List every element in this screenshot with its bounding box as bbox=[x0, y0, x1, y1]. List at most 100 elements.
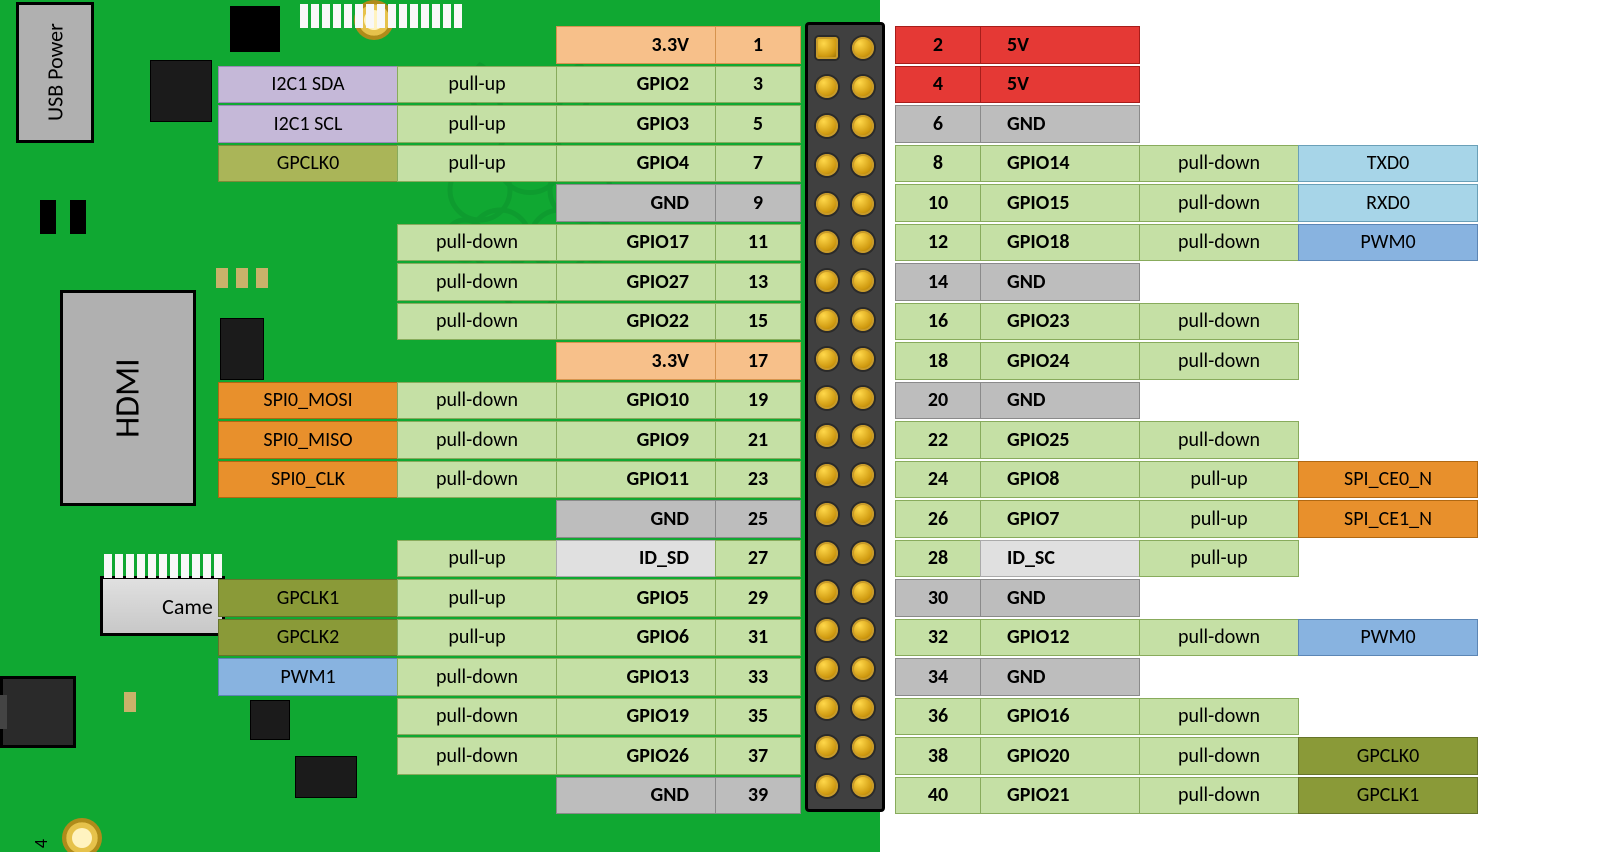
pin-name: GND bbox=[556, 500, 716, 538]
pin-name: GPIO7 bbox=[980, 500, 1140, 538]
pin-name: GPIO22 bbox=[556, 303, 716, 341]
pin-pull: pull-down bbox=[1139, 145, 1299, 183]
pin-row-24: 24GPIO8pull-upSPI_CE0_N bbox=[896, 461, 1478, 499]
mounting-hole-icon bbox=[62, 818, 102, 852]
pin-pull: pull-down bbox=[1139, 619, 1299, 657]
pin-pull: pull-down bbox=[1139, 184, 1299, 222]
pin-pull: pull-up bbox=[1139, 540, 1299, 578]
pin-row-34: 34GND bbox=[896, 658, 1140, 696]
pin-number: 26 bbox=[895, 500, 981, 538]
pin-name: GPIO16 bbox=[980, 698, 1140, 736]
pin-name: GND bbox=[556, 184, 716, 222]
pin-pull: pull-up bbox=[397, 66, 557, 104]
pin-row-38: 38GPIO20pull-downGPCLK0 bbox=[896, 737, 1478, 775]
pin-number: 36 bbox=[895, 698, 981, 736]
pin-row-40: 40GPIO21pull-downGPCLK1 bbox=[896, 777, 1478, 815]
component-icon bbox=[40, 200, 56, 234]
pin-pull: pull-up bbox=[397, 579, 557, 617]
pin-pull: pull-up bbox=[397, 105, 557, 143]
gpio-header bbox=[805, 22, 885, 812]
pinout-right-column: 25V45V6GND8GPIO14pull-downTXD010GPIO15pu… bbox=[896, 26, 1478, 814]
pin-number: 39 bbox=[715, 777, 801, 815]
pin-name: GPIO2 bbox=[556, 66, 716, 104]
pin-pull: pull-up bbox=[397, 619, 557, 657]
pin-number: 12 bbox=[895, 224, 981, 262]
pin-number: 6 bbox=[895, 105, 981, 143]
ic-chip-icon bbox=[150, 60, 212, 122]
pin-alt-function: GPCLK0 bbox=[218, 145, 398, 183]
pin-number: 38 bbox=[895, 737, 981, 775]
pin-name: GPIO24 bbox=[980, 342, 1140, 380]
pin-pull: pull-down bbox=[1139, 421, 1299, 459]
component-icon bbox=[70, 200, 86, 234]
pin-number: 22 bbox=[895, 421, 981, 459]
pin-number: 3 bbox=[715, 66, 801, 104]
pin-row-9: 9GND bbox=[556, 184, 800, 222]
pin-alt-function: GPCLK2 bbox=[218, 619, 398, 657]
pin-alt-function: I2C1 SCL bbox=[218, 105, 398, 143]
pin-name: 3.3V bbox=[556, 342, 716, 380]
audio-jack bbox=[0, 676, 76, 748]
pin-row-27: 27ID_SDpull-up bbox=[397, 540, 800, 578]
pin-number: 33 bbox=[715, 658, 801, 696]
pin-name: GPIO5 bbox=[556, 579, 716, 617]
pin-row-17: 173.3V bbox=[556, 342, 800, 380]
pin-row-12: 12GPIO18pull-downPWM0 bbox=[896, 224, 1478, 262]
pin-name: 5V bbox=[980, 66, 1140, 104]
pin-pull: pull-down bbox=[397, 224, 557, 262]
pin-name: GPIO18 bbox=[980, 224, 1140, 262]
pin-number: 5 bbox=[715, 105, 801, 143]
pin-row-1: 13.3V bbox=[556, 26, 800, 64]
pin-name: GPIO21 bbox=[980, 777, 1140, 815]
pin-number: 10 bbox=[895, 184, 981, 222]
pin-alt-function: PWM0 bbox=[1298, 224, 1478, 262]
pin-number: 13 bbox=[715, 263, 801, 301]
pin-row-26: 26GPIO7pull-upSPI_CE1_N bbox=[896, 500, 1478, 538]
pin-name: GPIO3 bbox=[556, 105, 716, 143]
pin-row-29: 29GPIO5pull-upGPCLK1 bbox=[218, 579, 800, 617]
pin-alt-function: SPI0_MISO bbox=[218, 421, 398, 459]
pin-row-22: 22GPIO25pull-down bbox=[896, 421, 1299, 459]
pin-number: 35 bbox=[715, 698, 801, 736]
pin-row-2: 25V bbox=[896, 26, 1140, 64]
pin-alt-function: SPI0_MOSI bbox=[218, 382, 398, 420]
pin-number: 21 bbox=[715, 421, 801, 459]
pin-pull: pull-down bbox=[397, 461, 557, 499]
connector-pins-icon bbox=[300, 4, 462, 28]
pin-number: 14 bbox=[895, 263, 981, 301]
pin-name: GPIO4 bbox=[556, 145, 716, 183]
pin-name: GPIO23 bbox=[980, 303, 1140, 341]
pin-row-7: 7GPIO4pull-upGPCLK0 bbox=[218, 145, 800, 183]
pin-pull: pull-down bbox=[1139, 303, 1299, 341]
pin-pull: pull-up bbox=[1139, 500, 1299, 538]
pin-number: 34 bbox=[895, 658, 981, 696]
pin-name: 3.3V bbox=[556, 26, 716, 64]
pin-number: 9 bbox=[715, 184, 801, 222]
pin-number: 20 bbox=[895, 382, 981, 420]
usb-power-port: USB Power bbox=[16, 2, 94, 143]
pin-name: GPIO27 bbox=[556, 263, 716, 301]
pin-row-37: 37GPIO26pull-down bbox=[397, 737, 800, 775]
pin-number: 19 bbox=[715, 382, 801, 420]
pin-number: 15 bbox=[715, 303, 801, 341]
pin-alt-function: GPCLK1 bbox=[1298, 777, 1478, 815]
pin-name: GPIO25 bbox=[980, 421, 1140, 459]
pin-number: 30 bbox=[895, 579, 981, 617]
pin-pull: pull-down bbox=[397, 698, 557, 736]
pin-pull: pull-down bbox=[1139, 737, 1299, 775]
pin-name: GND bbox=[980, 263, 1140, 301]
pin-name: GPIO15 bbox=[980, 184, 1140, 222]
pin-name: ID_SC bbox=[980, 540, 1140, 578]
pin-pull: pull-down bbox=[397, 303, 557, 341]
pin-row-31: 31GPIO6pull-upGPCLK2 bbox=[218, 619, 800, 657]
pin-number: 28 bbox=[895, 540, 981, 578]
pin-number: 7 bbox=[715, 145, 801, 183]
pin-number: 8 bbox=[895, 145, 981, 183]
pin-pull: pull-up bbox=[397, 145, 557, 183]
pin-name: GND bbox=[980, 658, 1140, 696]
pin-number: 17 bbox=[715, 342, 801, 380]
pin-row-25: 25GND bbox=[556, 500, 800, 538]
pin-number: 31 bbox=[715, 619, 801, 657]
pin-pull: pull-down bbox=[397, 382, 557, 420]
pin-number: 1 bbox=[715, 26, 801, 64]
